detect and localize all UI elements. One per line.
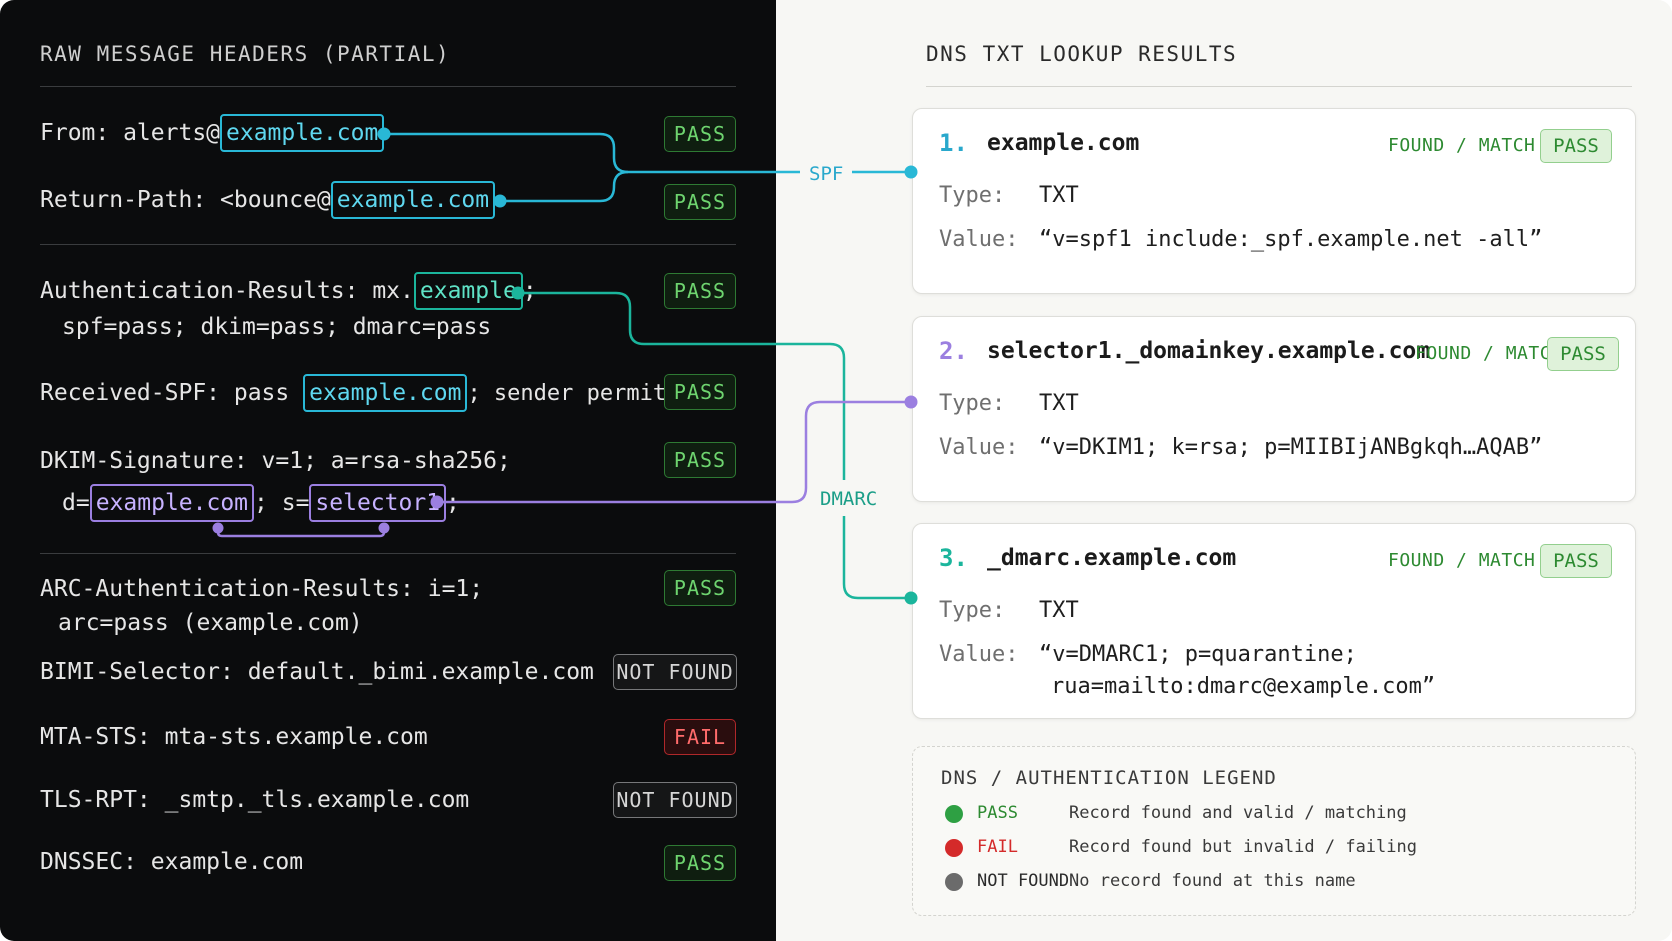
diagram-canvas: RAW MESSAGE HEADERS (PARTIAL) From: aler… xyxy=(0,0,1672,941)
spf-connector-return-path xyxy=(500,170,629,203)
dmarc-connector xyxy=(518,291,846,480)
dkim-dot-selector xyxy=(430,495,444,509)
spf-dot-return-path xyxy=(493,194,507,208)
dkim-bracket-dot-left xyxy=(212,522,224,534)
dmarc-label: DMARC xyxy=(820,488,877,510)
dmarc-dot-card xyxy=(904,591,918,605)
spf-connector-from xyxy=(384,132,800,174)
dmarc-connector-lower xyxy=(842,516,911,600)
dkim-bracket-dot-right xyxy=(378,522,390,534)
spf-label: SPF xyxy=(809,163,843,185)
dmarc-dot-auth xyxy=(511,286,525,300)
dkim-dot-card xyxy=(904,395,918,409)
connector-lines: SPF DMARC xyxy=(212,127,918,605)
dkim-bracket xyxy=(216,528,386,538)
spf-dot-card xyxy=(904,165,918,179)
spf-dot-from xyxy=(377,127,391,141)
dkim-connector xyxy=(437,400,911,504)
